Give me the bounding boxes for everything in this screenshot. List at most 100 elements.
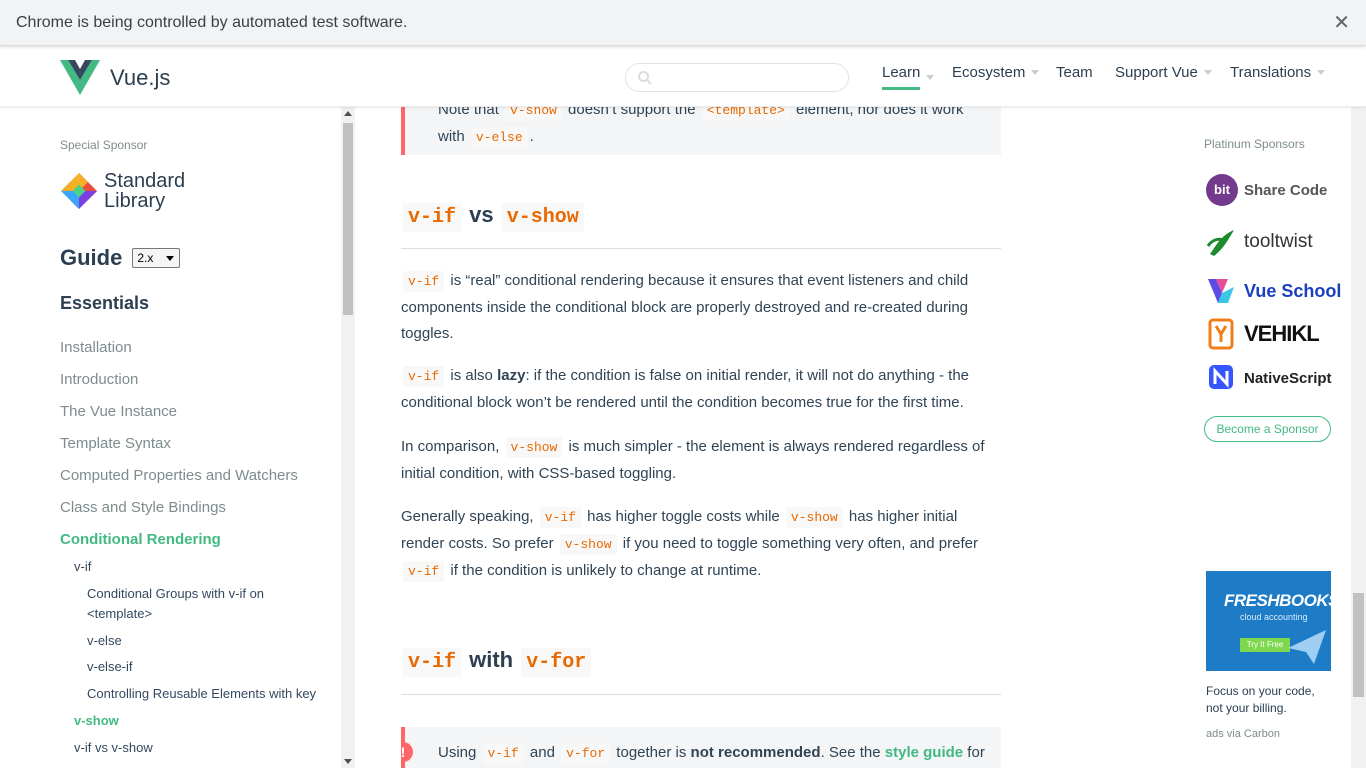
sidebar-item-class-style[interactable]: Class and Style Bindings <box>60 499 226 516</box>
vehikl-icon <box>1208 318 1234 350</box>
infobar-message: Chrome is being controlled by automated … <box>16 13 408 31</box>
code: v-for <box>521 648 592 677</box>
text: Note that <box>438 107 504 118</box>
sidebar-subitem-conditional-groups[interactable]: Conditional Groups with v-if on <templat… <box>87 584 264 624</box>
sidebar-item-introduction[interactable]: Introduction <box>60 371 138 388</box>
sponsor-name: NativeScript <box>1244 369 1332 387</box>
nav-ecosystem[interactable]: Ecosystem <box>952 64 1040 81</box>
paragraph: v-if is “real” conditional rendering bec… <box>401 268 1001 347</box>
vue-school-icon <box>1208 279 1234 303</box>
version-select[interactable]: 2.x <box>132 248 181 268</box>
sponsor-bit[interactable]: bit Share Code <box>1206 174 1327 206</box>
warning-tip: ! Note that v-show doesn’t support the <… <box>401 107 1001 155</box>
paragraph: Generally speaking, v-if has higher togg… <box>401 504 1001 585</box>
code: v-if <box>403 648 462 677</box>
chevron-down-icon <box>1031 70 1040 75</box>
guide-title: Guide <box>60 245 123 270</box>
sponsor-name: tooltwist <box>1244 231 1313 252</box>
search-input[interactable] <box>658 67 838 88</box>
sidebar-item-template-syntax[interactable]: Template Syntax <box>60 435 171 452</box>
sidebar-item-vue-instance[interactable]: The Vue Instance <box>60 403 177 420</box>
sidebar-subitem-v-else-if[interactable]: v-else-if <box>87 657 133 677</box>
sidebar-item-computed[interactable]: Computed Properties and Watchers <box>60 467 298 484</box>
text: . See the <box>820 744 885 761</box>
search-box[interactable] <box>625 63 849 92</box>
sidebar-subitem-v-if-vs-v-show[interactable]: v-if vs v-show <box>74 738 153 758</box>
code: v-if <box>403 203 462 232</box>
sidebar-subitem-v-else[interactable]: v-else <box>87 631 122 651</box>
code: v-show <box>785 507 843 528</box>
become-sponsor-button[interactable]: Become a Sponsor <box>1204 416 1331 442</box>
main-content: ! Note that v-show doesn’t support the <… <box>401 107 1001 768</box>
warning-tip: ! Using v-if and v-for together is not r… <box>401 727 1001 768</box>
dropdown-arrow-icon <box>166 256 175 261</box>
text: doesn’t support the <box>563 107 700 118</box>
text: if the condition is unlikely to change a… <box>446 562 762 579</box>
sidebar-item-conditional-rendering[interactable]: Conditional Rendering <box>60 531 221 548</box>
page-scroll-thumb[interactable] <box>1353 593 1364 697</box>
sponsor-name: Share Code <box>1244 181 1328 199</box>
code: v-if <box>403 561 445 582</box>
ad-title: FRESHBOOKS <box>1224 591 1331 610</box>
sidebar-item-installation[interactable]: Installation <box>60 339 132 356</box>
ad-cta: Try It Free <box>1240 638 1290 652</box>
sponsor-tooltwist[interactable]: tooltwist <box>1206 226 1313 258</box>
chevron-down-icon <box>1317 70 1326 75</box>
text: for <box>963 744 985 761</box>
sidebar-subitem-v-if[interactable]: v-if <box>74 557 91 577</box>
site-header: Vue.js Learn Ecosystem Team Support Vue … <box>0 46 1366 107</box>
code: v-for <box>561 743 611 764</box>
code: v-if <box>482 743 524 764</box>
sidebar-subitem-v-show[interactable]: v-show <box>74 711 119 731</box>
ads-via-carbon[interactable]: ads via Carbon <box>1206 728 1280 740</box>
tooltwist-icon <box>1206 230 1234 256</box>
chevron-down-icon <box>926 74 935 80</box>
sidebar-scroll-thumb[interactable] <box>343 123 353 315</box>
sidebar-subitem-reusable-elements[interactable]: Controlling Reusable Elements with key <box>87 684 316 704</box>
standard-library-logo[interactable]: Standard Library <box>60 171 185 211</box>
heading-v-if-with-v-for: v-if with v-for <box>401 647 1001 695</box>
sponsor-name-line1: Standard <box>104 170 186 192</box>
sponsor-vue-school[interactable]: Vue School <box>1206 275 1341 307</box>
sidebar: Special Sponsor Standard Library Guide 2… <box>0 107 355 768</box>
text: is also <box>446 367 498 384</box>
text: with <box>463 647 520 672</box>
nav-support-vue[interactable]: Support Vue <box>1115 64 1212 81</box>
nav-team-label: Team <box>1056 64 1093 81</box>
close-icon[interactable]: ✕ <box>1333 10 1350 35</box>
bold-text: lazy <box>497 367 526 384</box>
code: v-show <box>505 437 563 458</box>
vue-logo[interactable]: Vue.js <box>60 60 170 95</box>
nav-learn[interactable]: Learn <box>882 64 935 90</box>
paper-plane-icon <box>1288 630 1326 664</box>
nav-translations-label: Translations <box>1230 64 1312 81</box>
nav-ecosystem-label: Ecosystem <box>952 64 1026 81</box>
section-title: Essentials <box>60 293 150 313</box>
sidebar-scrollbar[interactable] <box>341 107 355 768</box>
page-scrollbar[interactable] <box>1351 107 1366 768</box>
platinum-sponsors-label: Platinum Sponsors <box>1204 137 1305 151</box>
nav-team[interactable]: Team <box>1056 64 1093 81</box>
vue-logo-icon <box>60 60 100 95</box>
search-icon <box>638 71 652 85</box>
sponsor-name: Vue School <box>1244 280 1342 301</box>
tip-text: Note that v-show doesn’t support the <te… <box>438 107 988 151</box>
automation-infobar: Chrome is being controlled by automated … <box>0 0 1366 46</box>
text: has higher toggle costs while <box>582 508 784 525</box>
text: In comparison, <box>401 438 504 455</box>
freshbooks-ad[interactable]: FRESHBOOKS cloud accounting Try It Free <box>1206 571 1331 671</box>
special-sponsor-label: Special Sponsor <box>60 138 148 152</box>
version-value: 2.x <box>137 251 154 265</box>
paragraph: In comparison, v-show is much simpler - … <box>401 434 1001 487</box>
sponsor-name: VEHIKL <box>1244 321 1320 346</box>
text: if you need to toggle something very oft… <box>618 535 978 552</box>
sponsor-nativescript[interactable]: NativeScript <box>1206 362 1332 394</box>
text: Generally speaking, <box>401 508 538 525</box>
code: v-show <box>559 534 617 555</box>
nav-translations[interactable]: Translations <box>1230 64 1326 81</box>
scroll-down-icon[interactable] <box>344 759 352 764</box>
style-guide-link[interactable]: style guide <box>885 744 963 761</box>
sponsor-vehikl[interactable]: VEHIKL <box>1206 318 1320 350</box>
code: v-if <box>539 507 581 528</box>
scroll-up-icon[interactable] <box>344 111 352 116</box>
